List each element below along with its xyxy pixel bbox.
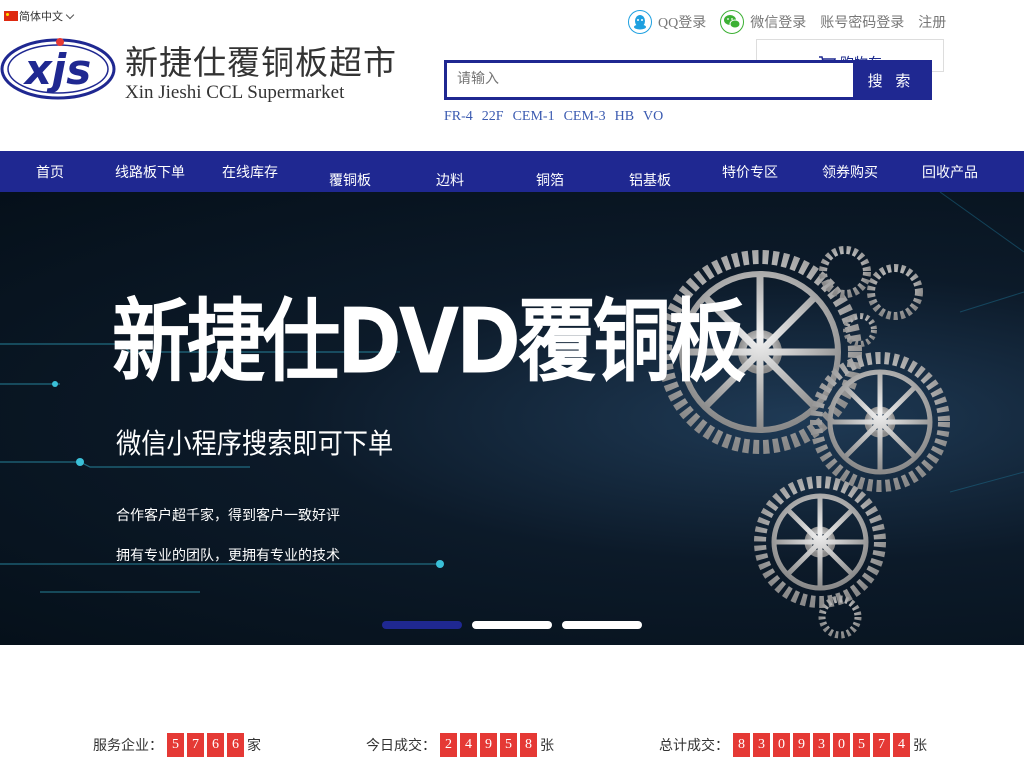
nav-item-aluminum-board[interactable]: 铝基板 bbox=[600, 151, 700, 192]
stat-digit: 0 bbox=[773, 733, 790, 757]
stat-label: 总计成交： bbox=[659, 738, 729, 754]
password-login-link[interactable]: 账号密码登录 bbox=[820, 12, 904, 32]
nav-item-ccl[interactable]: 覆铜板 bbox=[300, 151, 400, 192]
hotword-link[interactable]: VO bbox=[643, 109, 663, 125]
banner-title: 新捷仕DVD覆铜板 bbox=[112, 290, 746, 395]
hotword-link[interactable]: CEM-1 bbox=[513, 109, 555, 125]
hotword-link[interactable]: 22F bbox=[482, 109, 504, 125]
language-selector[interactable]: 简体中文 bbox=[4, 8, 75, 24]
carousel-dot-2[interactable] bbox=[472, 621, 552, 629]
stat-digit: 3 bbox=[753, 733, 770, 757]
password-login-label: 账号密码登录 bbox=[820, 16, 905, 31]
stat-label: 服务企业： bbox=[93, 738, 163, 754]
qq-icon bbox=[628, 10, 652, 34]
stat-unit: 张 bbox=[540, 738, 554, 754]
stat-digit: 6 bbox=[227, 733, 244, 757]
stat-label: 今日成交： bbox=[366, 738, 436, 754]
register-label: 注册 bbox=[918, 16, 947, 31]
stat-digit: 8 bbox=[520, 733, 537, 757]
hotword-link[interactable]: HB bbox=[615, 109, 634, 125]
hero-banner[interactable]: 新捷仕DVD覆铜板 微信小程序搜索即可下单 合作客户超千家，得到客户一致好评 拥… bbox=[0, 192, 1024, 645]
stat-digit: 5 bbox=[853, 733, 870, 757]
carousel-indicators bbox=[382, 621, 642, 629]
stat-digit: 3 bbox=[813, 733, 830, 757]
nav-item-coupons[interactable]: 领券购买 bbox=[800, 151, 900, 192]
china-flag-icon bbox=[4, 11, 18, 21]
login-links: QQ登录 微信登录 账号密码登录 注册 bbox=[628, 10, 960, 34]
brand-logo[interactable]: xjs bbox=[0, 36, 116, 102]
search-bar: 搜 索 bbox=[444, 60, 932, 100]
nav-item-stock[interactable]: 在线库存 bbox=[200, 151, 300, 192]
nav-item-specials[interactable]: 特价专区 bbox=[700, 151, 800, 192]
stat-digit: 9 bbox=[793, 733, 810, 757]
stat-digit: 6 bbox=[207, 733, 224, 757]
brand-name-en: Xin Jieshi CCL Supermarket bbox=[125, 82, 345, 103]
main-nav: 首页 线路板下单 在线库存 覆铜板 边料 铜箔 铝基板 特价专区 领券购买 回收… bbox=[0, 151, 1024, 192]
search-button[interactable]: 搜 索 bbox=[853, 63, 929, 97]
chevron-down-icon bbox=[65, 10, 75, 19]
nav-item-recycle[interactable]: 回收产品 bbox=[900, 151, 1000, 192]
qq-login-label: QQ登录 bbox=[658, 16, 707, 31]
language-label: 简体中文 bbox=[19, 10, 63, 23]
nav-label: 回收产品 bbox=[922, 165, 978, 181]
nav-label: 铜箔 bbox=[536, 173, 564, 189]
stat-digit: 5 bbox=[500, 733, 517, 757]
nav-item-home[interactable]: 首页 bbox=[0, 151, 100, 192]
banner-line-1: 合作客户超千家，得到客户一致好评 bbox=[116, 508, 340, 524]
stat-digit: 8 bbox=[733, 733, 750, 757]
stat-digit: 2 bbox=[440, 733, 457, 757]
brand-name-cn: 新捷仕覆铜板超市 bbox=[125, 43, 397, 82]
svg-text:xjs: xjs bbox=[23, 45, 92, 94]
search-input[interactable] bbox=[447, 63, 853, 97]
nav-item-pcb-order[interactable]: 线路板下单 bbox=[100, 151, 200, 192]
stat-digit: 7 bbox=[187, 733, 204, 757]
nav-label: 特价专区 bbox=[722, 165, 778, 181]
stat-unit: 张 bbox=[913, 738, 927, 754]
nav-item-copper-foil[interactable]: 铜箔 bbox=[500, 151, 600, 192]
banner-line-2: 拥有专业的团队，更拥有专业的技术 bbox=[116, 548, 340, 564]
wechat-login-link[interactable]: 微信登录 bbox=[720, 10, 806, 34]
nav-label: 首页 bbox=[36, 165, 64, 181]
nav-label: 在线库存 bbox=[222, 165, 278, 181]
qq-login-link[interactable]: QQ登录 bbox=[628, 10, 706, 34]
carousel-dot-3[interactable] bbox=[562, 621, 642, 629]
nav-label: 覆铜板 bbox=[329, 173, 371, 189]
hotword-link[interactable]: FR-4 bbox=[444, 109, 473, 125]
page: 简体中文 xjs 新捷仕覆铜板超市 Xin Jieshi CCL Superma… bbox=[0, 0, 1024, 768]
carousel-dot-1[interactable] bbox=[382, 621, 462, 629]
stat-digit: 0 bbox=[833, 733, 850, 757]
stat-digit: 4 bbox=[460, 733, 477, 757]
nav-label: 边料 bbox=[436, 173, 464, 189]
hotword-link[interactable]: CEM-3 bbox=[564, 109, 606, 125]
nav-item-edge-material[interactable]: 边料 bbox=[400, 151, 500, 192]
stat-digit: 5 bbox=[167, 733, 184, 757]
stat-digit: 9 bbox=[480, 733, 497, 757]
stat-unit: 家 bbox=[247, 738, 261, 754]
stat-today: 今日成交： 2 4 9 5 8 张 bbox=[366, 732, 554, 758]
hot-keywords: FR-4 22F CEM-1 CEM-3 HB VO bbox=[444, 109, 663, 125]
wechat-icon bbox=[720, 10, 745, 34]
wechat-login-label: 微信登录 bbox=[750, 16, 807, 31]
stat-total: 总计成交： 8 3 0 9 3 0 5 7 4 张 bbox=[659, 732, 927, 758]
stats-bar: 服务企业： 5 7 6 6 家 今日成交： 2 4 9 5 8 张 总计成交： … bbox=[0, 732, 1024, 758]
banner-subtitle: 微信小程序搜索即可下单 bbox=[116, 427, 394, 460]
stat-digit: 7 bbox=[873, 733, 890, 757]
nav-label: 铝基板 bbox=[629, 173, 671, 189]
nav-label: 领券购买 bbox=[822, 165, 878, 181]
register-link[interactable]: 注册 bbox=[918, 12, 946, 32]
stat-companies: 服务企业： 5 7 6 6 家 bbox=[93, 732, 261, 758]
stat-digit: 4 bbox=[893, 733, 910, 757]
nav-label: 线路板下单 bbox=[115, 165, 185, 181]
